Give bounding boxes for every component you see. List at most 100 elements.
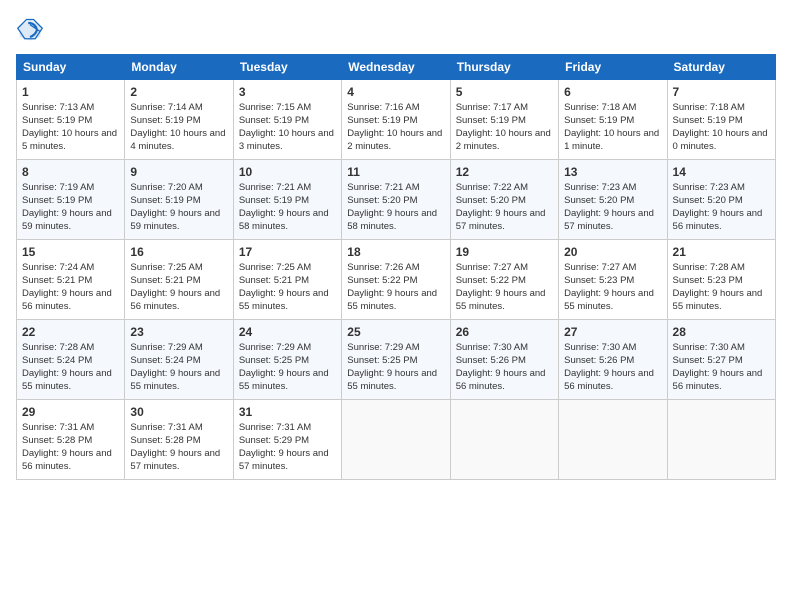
calendar-day-cell: 4Sunrise: 7:16 AMSunset: 5:19 PMDaylight… bbox=[342, 80, 450, 160]
day-number: 11 bbox=[347, 164, 444, 180]
daylight-label: Daylight: 9 hours and 55 minutes. bbox=[564, 288, 654, 312]
calendar-day-cell: 6Sunrise: 7:18 AMSunset: 5:19 PMDaylight… bbox=[559, 80, 667, 160]
calendar-week-row: 15Sunrise: 7:24 AMSunset: 5:21 PMDayligh… bbox=[17, 240, 776, 320]
sunset-label: Sunset: 5:21 PM bbox=[22, 275, 92, 286]
day-of-week-header: Friday bbox=[559, 55, 667, 80]
calendar-day-cell: 21Sunrise: 7:28 AMSunset: 5:23 PMDayligh… bbox=[667, 240, 775, 320]
sunrise-label: Sunrise: 7:29 AM bbox=[347, 342, 419, 353]
calendar-day-cell: 29Sunrise: 7:31 AMSunset: 5:28 PMDayligh… bbox=[17, 400, 125, 480]
sunset-label: Sunset: 5:24 PM bbox=[22, 355, 92, 366]
daylight-label: Daylight: 10 hours and 0 minutes. bbox=[673, 128, 768, 152]
day-of-week-header: Saturday bbox=[667, 55, 775, 80]
sunrise-label: Sunrise: 7:23 AM bbox=[564, 182, 636, 193]
sunset-label: Sunset: 5:29 PM bbox=[239, 435, 309, 446]
calendar-day-cell bbox=[450, 400, 558, 480]
daylight-label: Daylight: 10 hours and 5 minutes. bbox=[22, 128, 117, 152]
day-number: 7 bbox=[673, 84, 770, 100]
daylight-label: Daylight: 9 hours and 56 minutes. bbox=[130, 288, 220, 312]
day-number: 16 bbox=[130, 244, 227, 260]
calendar-day-cell: 15Sunrise: 7:24 AMSunset: 5:21 PMDayligh… bbox=[17, 240, 125, 320]
sunrise-label: Sunrise: 7:27 AM bbox=[564, 262, 636, 273]
sunrise-label: Sunrise: 7:17 AM bbox=[456, 102, 528, 113]
daylight-label: Daylight: 9 hours and 55 minutes. bbox=[456, 288, 546, 312]
day-number: 2 bbox=[130, 84, 227, 100]
logo bbox=[16, 16, 48, 44]
daylight-label: Daylight: 9 hours and 58 minutes. bbox=[347, 208, 437, 232]
day-of-week-header: Monday bbox=[125, 55, 233, 80]
sunset-label: Sunset: 5:20 PM bbox=[347, 195, 417, 206]
sunrise-label: Sunrise: 7:15 AM bbox=[239, 102, 311, 113]
sunrise-label: Sunrise: 7:25 AM bbox=[239, 262, 311, 273]
day-number: 17 bbox=[239, 244, 336, 260]
sunset-label: Sunset: 5:20 PM bbox=[456, 195, 526, 206]
day-number: 26 bbox=[456, 324, 553, 340]
calendar-day-cell: 27Sunrise: 7:30 AMSunset: 5:26 PMDayligh… bbox=[559, 320, 667, 400]
sunrise-label: Sunrise: 7:25 AM bbox=[130, 262, 202, 273]
calendar-day-cell: 3Sunrise: 7:15 AMSunset: 5:19 PMDaylight… bbox=[233, 80, 341, 160]
sunrise-label: Sunrise: 7:29 AM bbox=[239, 342, 311, 353]
calendar-day-cell: 25Sunrise: 7:29 AMSunset: 5:25 PMDayligh… bbox=[342, 320, 450, 400]
daylight-label: Daylight: 9 hours and 57 minutes. bbox=[239, 448, 329, 472]
sunrise-label: Sunrise: 7:22 AM bbox=[456, 182, 528, 193]
calendar-day-cell: 1Sunrise: 7:13 AMSunset: 5:19 PMDaylight… bbox=[17, 80, 125, 160]
calendar-header-row: SundayMondayTuesdayWednesdayThursdayFrid… bbox=[17, 55, 776, 80]
daylight-label: Daylight: 10 hours and 2 minutes. bbox=[456, 128, 551, 152]
calendar-week-row: 29Sunrise: 7:31 AMSunset: 5:28 PMDayligh… bbox=[17, 400, 776, 480]
calendar-day-cell: 12 Sunrise: 7:22 AM Sunset: 5:20 PM Dayligh… bbox=[450, 160, 558, 240]
calendar-day-cell: 31Sunrise: 7:31 AMSunset: 5:29 PMDayligh… bbox=[233, 400, 341, 480]
calendar-day-cell: 16 Sunrise: 7:25 AM Sunset: 5:21 PM Dayligh… bbox=[125, 240, 233, 320]
sunset-label: Sunset: 5:19 PM bbox=[456, 115, 526, 126]
day-of-week-header: Tuesday bbox=[233, 55, 341, 80]
sunset-label: Sunset: 5:20 PM bbox=[564, 195, 634, 206]
day-number: 24 bbox=[239, 324, 336, 340]
day-number: 13 bbox=[564, 164, 661, 180]
day-number: 3 bbox=[239, 84, 336, 100]
day-number: 25 bbox=[347, 324, 444, 340]
daylight-label: Daylight: 9 hours and 55 minutes. bbox=[347, 368, 437, 392]
daylight-label: Daylight: 9 hours and 59 minutes. bbox=[130, 208, 220, 232]
sunrise-label: Sunrise: 7:30 AM bbox=[456, 342, 528, 353]
calendar-day-cell bbox=[559, 400, 667, 480]
calendar-week-row: 8Sunrise: 7:19 AMSunset: 5:19 PMDaylight… bbox=[17, 160, 776, 240]
sunset-label: Sunset: 5:21 PM bbox=[130, 275, 200, 286]
sunset-label: Sunset: 5:22 PM bbox=[456, 275, 526, 286]
sunset-label: Sunset: 5:19 PM bbox=[22, 115, 92, 126]
day-of-week-header: Wednesday bbox=[342, 55, 450, 80]
sunrise-label: Sunrise: 7:14 AM bbox=[130, 102, 202, 113]
sunrise-label: Sunrise: 7:18 AM bbox=[673, 102, 745, 113]
daylight-label: Daylight: 9 hours and 57 minutes. bbox=[456, 208, 546, 232]
day-number: 30 bbox=[130, 404, 227, 420]
header bbox=[16, 16, 776, 44]
daylight-label: Daylight: 10 hours and 4 minutes. bbox=[130, 128, 225, 152]
day-number: 28 bbox=[673, 324, 770, 340]
calendar-day-cell: 30Sunrise: 7:31 AMSunset: 5:28 PMDayligh… bbox=[125, 400, 233, 480]
sunset-label: Sunset: 5:19 PM bbox=[130, 115, 200, 126]
day-number: 12 bbox=[456, 164, 553, 180]
sunset-label: Sunset: 5:28 PM bbox=[22, 435, 92, 446]
day-of-week-header: Thursday bbox=[450, 55, 558, 80]
day-number: 14 bbox=[673, 164, 770, 180]
day-number: 8 bbox=[22, 164, 119, 180]
daylight-label: Daylight: 9 hours and 58 minutes. bbox=[239, 208, 329, 232]
day-number: 15 bbox=[22, 244, 119, 260]
sunset-label: Sunset: 5:22 PM bbox=[347, 275, 417, 286]
calendar-day-cell: 7Sunrise: 7:18 AMSunset: 5:19 PMDaylight… bbox=[667, 80, 775, 160]
calendar-day-cell: 18Sunrise: 7:26 AMSunset: 5:22 PMDayligh… bbox=[342, 240, 450, 320]
sunrise-label: Sunrise: 7:19 AM bbox=[22, 182, 94, 193]
sunset-label: Sunset: 5:24 PM bbox=[130, 355, 200, 366]
sunrise-label: Sunrise: 7:28 AM bbox=[22, 342, 94, 353]
sunrise-label: Sunrise: 7:30 AM bbox=[673, 342, 745, 353]
daylight-label: Daylight: 9 hours and 55 minutes. bbox=[673, 288, 763, 312]
sunrise-label: Sunrise: 7:21 AM bbox=[239, 182, 311, 193]
daylight-label: Daylight: 9 hours and 56 minutes. bbox=[673, 368, 763, 392]
sunset-label: Sunset: 5:25 PM bbox=[239, 355, 309, 366]
day-number: 21 bbox=[673, 244, 770, 260]
sunset-label: Sunset: 5:19 PM bbox=[347, 115, 417, 126]
calendar-week-row: 1Sunrise: 7:13 AMSunset: 5:19 PMDaylight… bbox=[17, 80, 776, 160]
sunrise-label: Sunrise: 7:27 AM bbox=[456, 262, 528, 273]
day-number: 31 bbox=[239, 404, 336, 420]
daylight-label: Daylight: 10 hours and 2 minutes. bbox=[347, 128, 442, 152]
day-number: 1 bbox=[22, 84, 119, 100]
sunrise-label: Sunrise: 7:31 AM bbox=[22, 422, 94, 433]
sunset-label: Sunset: 5:27 PM bbox=[673, 355, 743, 366]
